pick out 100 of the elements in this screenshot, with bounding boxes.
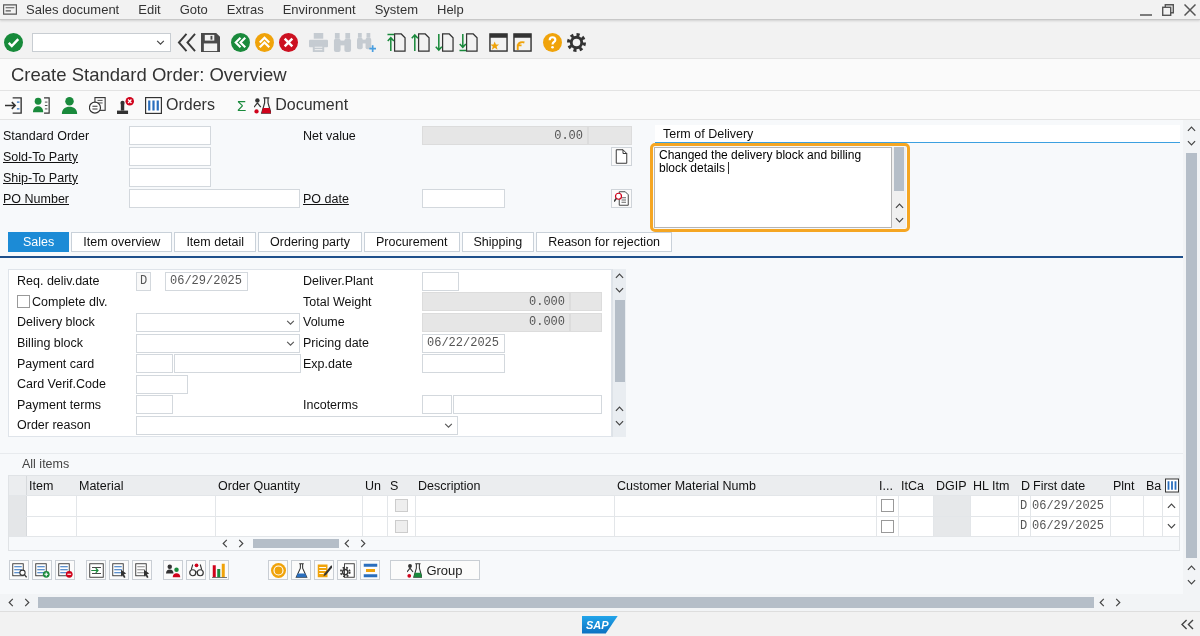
arrow-into-document-icon[interactable]: [5, 96, 22, 114]
tab[interactable]: Ordering party: [258, 232, 362, 252]
column-header[interactable]: S: [388, 476, 416, 495]
settings-icon[interactable]: [567, 32, 586, 52]
input-field[interactable]: 06/22/2025: [422, 333, 505, 353]
double-chevron-left-icon[interactable]: [1181, 619, 1194, 630]
input-field[interactable]: [129, 147, 211, 166]
input-field[interactable]: [422, 271, 459, 291]
tab[interactable]: Sales: [8, 232, 70, 252]
chevron-right-icon[interactable]: [360, 539, 366, 548]
toolbar-button[interactable]: [163, 560, 183, 580]
column-header[interactable]: Ba: [1144, 476, 1163, 495]
vertical-scrollbar[interactable]: [892, 147, 906, 228]
back-icon[interactable]: [231, 32, 250, 52]
chevron-left-icon[interactable]: [344, 539, 350, 548]
scroll-thumb[interactable]: [1186, 153, 1197, 558]
chevron-down-icon[interactable]: [615, 420, 624, 426]
chevron-up-icon[interactable]: [615, 406, 624, 412]
checkbox[interactable]: [17, 295, 30, 309]
horizontal-scrollbar[interactable]: [0, 594, 1200, 611]
orders-button[interactable]: Orders: [145, 94, 215, 116]
column-header[interactable]: Plnt: [1111, 476, 1144, 495]
input-field[interactable]: [422, 395, 452, 415]
page-first-icon[interactable]: [387, 32, 406, 52]
input-field[interactable]: 06/29/2025: [165, 271, 248, 291]
input-field[interactable]: [422, 189, 505, 208]
chevron-right-icon[interactable]: [238, 539, 244, 548]
menu-item[interactable]: System: [374, 2, 418, 17]
menu-item[interactable]: Environment: [282, 2, 356, 17]
chevron-down-icon[interactable]: [1187, 579, 1196, 585]
input-field[interactable]: [136, 354, 173, 374]
chevron-down-icon[interactable]: [615, 287, 624, 293]
input-field[interactable]: [453, 395, 602, 415]
menu-item[interactable]: Goto: [179, 2, 208, 17]
help-icon[interactable]: [543, 32, 562, 52]
chevron-left-icon[interactable]: [222, 539, 228, 548]
save-icon[interactable]: [201, 32, 220, 52]
chevron-down-icon[interactable]: [894, 217, 904, 223]
group-button[interactable]: Group: [390, 560, 480, 580]
double-chevron-left-icon[interactable]: [177, 32, 196, 52]
checkbox[interactable]: [881, 499, 894, 513]
document-button[interactable]: Document: [254, 94, 349, 116]
page-last-icon[interactable]: [459, 32, 478, 52]
input-field[interactable]: [136, 374, 188, 394]
chevron-left-icon[interactable]: [8, 598, 14, 607]
chevron-right-icon[interactable]: [1115, 598, 1121, 607]
restore-icon[interactable]: [1162, 3, 1174, 16]
vertical-scrollbar[interactable]: [1183, 120, 1200, 594]
sum-button[interactable]: Σ: [236, 94, 247, 116]
binoculars-plus-icon[interactable]: [357, 32, 376, 52]
column-header[interactable]: Customer Material Numb: [615, 476, 877, 495]
input-field[interactable]: [129, 126, 211, 145]
tab[interactable]: Procurement: [363, 232, 460, 252]
column-header[interactable]: Material: [77, 476, 216, 495]
column-header[interactable]: I...: [877, 476, 899, 495]
toolbar-button[interactable]: [186, 560, 206, 580]
column-settings-icon[interactable]: [1164, 478, 1179, 493]
input-field[interactable]: [422, 354, 505, 374]
table-cell[interactable]: D: [1019, 516, 1031, 536]
table-cell[interactable]: 06/29/2025: [1031, 496, 1111, 516]
toolbar-button[interactable]: [291, 560, 311, 580]
chevron-up-icon[interactable]: [1167, 502, 1176, 509]
documents-icon[interactable]: [89, 96, 106, 114]
chevron-up-icon[interactable]: [615, 273, 624, 279]
person-icon[interactable]: [61, 96, 78, 114]
tab[interactable]: Item detail: [174, 232, 257, 252]
column-header[interactable]: First date: [1031, 476, 1111, 495]
toolbar-button[interactable]: [337, 560, 357, 580]
stamp-cancel-icon[interactable]: [117, 96, 134, 114]
chevron-left-icon[interactable]: [1099, 598, 1105, 607]
chevron-down-icon[interactable]: [1187, 140, 1196, 146]
scroll-thumb[interactable]: [614, 300, 625, 382]
table-cell[interactable]: D: [1019, 496, 1031, 516]
cancel-icon[interactable]: [279, 32, 298, 52]
double-chevron-up-icon[interactable]: [255, 32, 274, 52]
menu-item[interactable]: Help: [437, 2, 464, 17]
chevron-up-icon[interactable]: [894, 203, 904, 209]
toolbar-button[interactable]: [132, 560, 152, 580]
column-header[interactable]: HL Itm: [971, 476, 1019, 495]
column-header[interactable]: Description: [416, 476, 615, 495]
scroll-thumb[interactable]: [38, 597, 1094, 608]
input-field[interactable]: D: [136, 271, 151, 291]
toolbar-button[interactable]: [9, 560, 29, 580]
menu-item[interactable]: Sales document: [26, 2, 120, 17]
person-document-icon[interactable]: [33, 96, 50, 114]
vertical-scrollbar[interactable]: [612, 269, 626, 437]
toolbar-button[interactable]: [314, 560, 334, 580]
close-icon[interactable]: [1184, 3, 1196, 16]
column-header[interactable]: Un: [363, 476, 388, 495]
tab[interactable]: Item overview: [71, 232, 173, 252]
chevron-right-icon[interactable]: [24, 598, 30, 607]
toolbar-button[interactable]: [86, 560, 106, 580]
column-header[interactable]: Order Quantity: [216, 476, 363, 495]
column-header[interactable]: Item: [27, 476, 77, 495]
chevron-down-icon[interactable]: [1167, 523, 1176, 530]
page-up-icon[interactable]: [411, 32, 430, 52]
toolbar-button[interactable]: [109, 560, 129, 580]
menu-item[interactable]: Extras: [226, 2, 264, 17]
input-field[interactable]: [136, 395, 173, 415]
column-header[interactable]: ItCa: [899, 476, 934, 495]
